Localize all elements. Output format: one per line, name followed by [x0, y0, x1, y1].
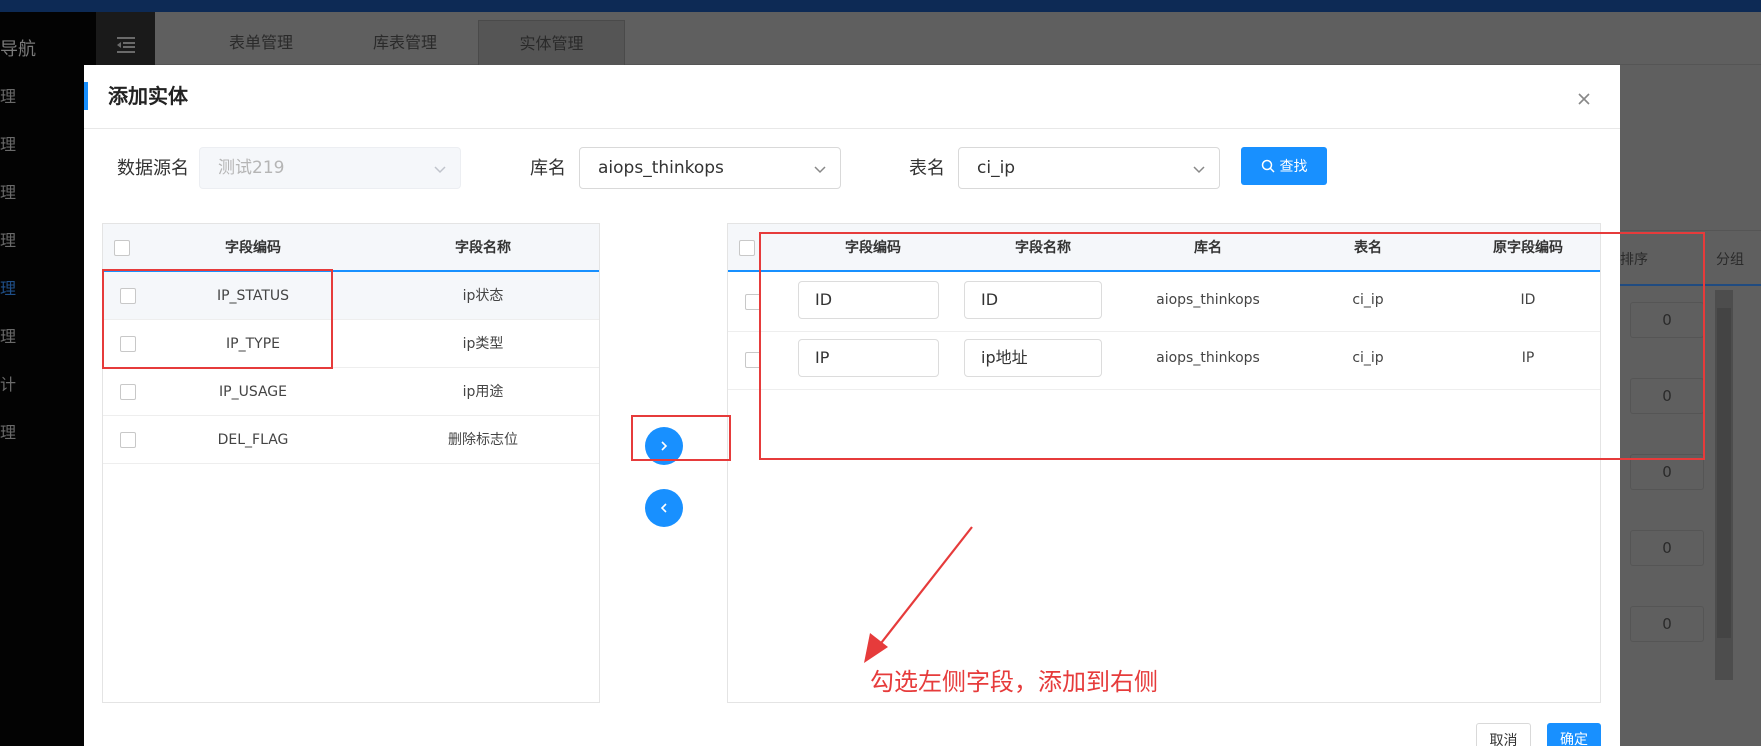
tab-form-management[interactable]: 表单管理 [205, 20, 317, 65]
nav-item-active[interactable]: 理 [0, 274, 90, 304]
chevron-down-icon [1193, 166, 1205, 174]
row-checkbox[interactable] [120, 384, 136, 400]
field-code: IP_USAGE [219, 384, 287, 400]
background-scrollbar[interactable] [1715, 290, 1733, 680]
datasource-value: 测试219 [218, 158, 285, 178]
field-code: DEL_FLAG [217, 432, 289, 448]
database-label: 库名 [530, 158, 566, 179]
field-name: ip状态 [462, 288, 504, 304]
tab-entity-management[interactable]: 实体管理 [478, 20, 625, 65]
scrollbar-thumb[interactable] [1717, 308, 1731, 638]
annotation-text: 勾选左侧字段，添加到右侧 [870, 668, 1158, 696]
add-entity-dialog: 添加实体 数据源名 测试219 库名 aiops_thinkops 表名 ci_… [84, 65, 1705, 746]
table-row[interactable]: DEL_FLAG 删除标志位 [103, 416, 599, 464]
tab-table-management[interactable]: 库表管理 [349, 20, 461, 65]
nav-item[interactable]: 理 [0, 226, 90, 256]
search-label: 查找 [1279, 159, 1308, 175]
field-name: 删除标志位 [448, 432, 518, 448]
group-header: 分组 [1716, 252, 1744, 268]
nav-item[interactable]: 理 [0, 130, 90, 160]
nav-item[interactable]: 理 [0, 178, 90, 208]
header-field-name: 字段名称 [455, 240, 511, 256]
nav-item[interactable]: 理 [0, 82, 90, 112]
dialog-title: 添加实体 [108, 84, 188, 108]
confirm-button[interactable]: 确定 [1547, 723, 1601, 746]
table-label: 表名 [909, 158, 945, 179]
table-row[interactable]: IP_USAGE ip用途 [103, 368, 599, 416]
nav-item[interactable]: 计 [0, 370, 90, 400]
close-icon [1578, 93, 1590, 105]
nav-item[interactable]: 理 [0, 418, 90, 448]
datasource-label: 数据源名 [117, 158, 189, 179]
select-all-checkbox[interactable] [739, 240, 755, 256]
chevron-left-icon [660, 503, 667, 513]
field-name: ip类型 [462, 336, 504, 352]
source-table-header: 字段编码 字段名称 [103, 224, 599, 272]
annotation-arrow [864, 526, 973, 663]
chevron-down-icon [814, 166, 826, 174]
field-name: ip用途 [462, 384, 504, 400]
header-field-code: 字段编码 [225, 240, 281, 256]
annotation-box-left-rows [102, 269, 333, 369]
nav-item[interactable]: 理 [0, 322, 90, 352]
tab-bar: 表单管理 库表管理 实体管理 [155, 12, 1761, 65]
dialog-header: 添加实体 [84, 65, 1620, 129]
menu-fold-icon [116, 36, 135, 53]
table-select[interactable]: ci_ip [958, 147, 1220, 189]
sort-input[interactable]: 0 [1630, 606, 1704, 642]
datasource-select[interactable]: 测试219 [199, 147, 461, 189]
nav-title: 导航 [0, 39, 36, 60]
table-value: ci_ip [977, 158, 1016, 178]
search-icon [1261, 159, 1275, 173]
annotation-box-move-button [631, 415, 731, 461]
move-left-button[interactable] [645, 489, 683, 527]
cancel-button[interactable]: 取消 [1476, 723, 1531, 746]
row-checkbox[interactable] [120, 432, 136, 448]
sort-input[interactable]: 0 [1630, 530, 1704, 566]
database-select[interactable]: aiops_thinkops [579, 147, 841, 189]
select-all-checkbox[interactable] [114, 240, 130, 256]
top-bar [0, 0, 1761, 12]
close-button[interactable] [1574, 89, 1594, 109]
annotation-box-right-table [759, 232, 1705, 460]
title-accent-bar [84, 82, 88, 110]
database-value: aiops_thinkops [598, 158, 724, 178]
chevron-down-icon [434, 166, 446, 174]
search-button[interactable]: 查找 [1241, 147, 1327, 185]
